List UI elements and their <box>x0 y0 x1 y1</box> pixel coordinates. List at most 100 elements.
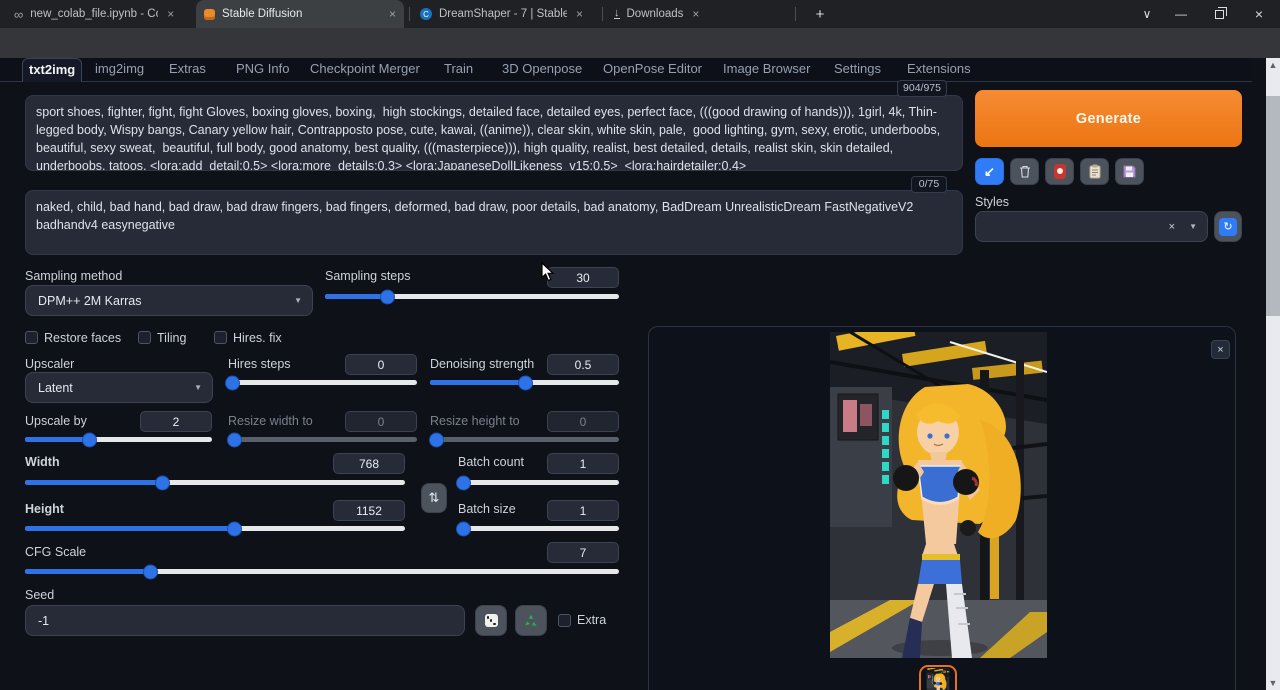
tab-close-icon[interactable]: × <box>692 7 699 21</box>
sampling-steps-slider[interactable] <box>325 294 619 299</box>
chevron-down-icon: ▼ <box>194 383 202 392</box>
browser-tab-downloads[interactable]: ↓ Downloads × <box>606 0 792 28</box>
generate-button[interactable]: Generate <box>975 90 1242 147</box>
apply-style-button[interactable] <box>1080 158 1109 185</box>
denoising-label: Denoising strength <box>430 357 534 371</box>
trash-icon <box>1019 165 1031 178</box>
styles-label: Styles <box>975 195 1009 209</box>
prompt-input[interactable]: sport shoes, fighter, fight, fight Glove… <box>25 95 963 171</box>
sampling-method-label: Sampling method <box>25 269 122 283</box>
browser-tab-stable-diffusion[interactable]: Stable Diffusion × <box>196 0 404 28</box>
tab-close-icon[interactable]: × <box>389 7 396 21</box>
sampling-steps-input[interactable] <box>547 267 619 288</box>
slider-thumb[interactable] <box>228 522 241 535</box>
tab-settings[interactable]: Settings <box>834 61 881 76</box>
batch-size-slider[interactable] <box>458 526 619 531</box>
denoising-slider[interactable] <box>430 380 619 385</box>
upscaler-label: Upscaler <box>25 357 74 371</box>
browser-tab-colab[interactable]: ∞ new_colab_file.ipynb - Colaborat × <box>6 0 192 28</box>
batch-size-input[interactable] <box>547 500 619 521</box>
generated-image[interactable] <box>830 332 1047 658</box>
upscaler-value: Latent <box>38 381 73 395</box>
recycle-icon <box>524 614 538 627</box>
batch-count-input[interactable] <box>547 453 619 474</box>
hires-steps-slider[interactable] <box>228 380 417 385</box>
slider-thumb[interactable] <box>156 476 169 489</box>
reuse-seed-button[interactable] <box>515 605 547 636</box>
slider-thumb <box>228 433 241 446</box>
cfg-scale-input[interactable] <box>547 542 619 563</box>
window-restore-button[interactable] <box>1202 0 1236 28</box>
styles-refresh-button[interactable]: ↻ <box>1214 211 1242 242</box>
cfg-scale-slider[interactable] <box>25 569 619 574</box>
denoising-input[interactable] <box>547 354 619 375</box>
save-style-button[interactable] <box>1115 158 1144 185</box>
slider-thumb[interactable] <box>381 290 394 303</box>
extra-seed-checkbox[interactable] <box>558 614 571 627</box>
resize-height-label: Resize height to <box>430 414 520 428</box>
tiling-checkbox[interactable] <box>138 331 151 344</box>
scroll-up-arrow[interactable]: ▲ <box>1266 58 1280 72</box>
gallery-thumbnail-selected[interactable] <box>919 665 957 690</box>
batch-size-label: Batch size <box>458 502 516 516</box>
slider-thumb[interactable] <box>457 522 470 535</box>
resize-width-slider <box>228 437 417 442</box>
tab-3d-openpose[interactable]: 3D Openpose <box>502 61 582 76</box>
height-input[interactable] <box>333 500 405 521</box>
tab-txt2img[interactable]: txt2img <box>22 58 82 82</box>
hires-fix-checkbox[interactable] <box>214 331 227 344</box>
styles-dropdown[interactable]: × ▼ <box>975 211 1208 242</box>
new-tab-button[interactable]: + <box>806 0 834 28</box>
height-slider[interactable] <box>25 526 405 531</box>
swap-dimensions-button[interactable]: ⇅ <box>421 483 447 513</box>
colab-icon: ∞ <box>14 7 23 22</box>
tab-openpose-editor[interactable]: OpenPose Editor <box>603 61 702 76</box>
seed-input[interactable] <box>25 605 465 636</box>
page-scrollbar[interactable]: ▲ ▼ <box>1266 58 1280 690</box>
sampling-method-select[interactable]: DPM++ 2M Karras ▼ <box>25 285 313 316</box>
batch-count-slider[interactable] <box>458 480 619 485</box>
hires-steps-input[interactable] <box>345 354 417 375</box>
width-slider[interactable] <box>25 480 405 485</box>
clear-prompt-button[interactable] <box>1010 158 1039 185</box>
tab-png-info[interactable]: PNG Info <box>236 61 289 76</box>
slider-thumb[interactable] <box>144 565 157 578</box>
tab-train[interactable]: Train <box>444 61 473 76</box>
slider-thumb <box>430 433 443 446</box>
tab-image-browser[interactable]: Image Browser <box>723 61 810 76</box>
close-preview-button[interactable]: × <box>1211 340 1230 359</box>
resize-width-input <box>345 411 417 432</box>
floppy-icon <box>1123 165 1136 178</box>
extra-networks-button[interactable] <box>1045 158 1074 185</box>
window-close-button[interactable]: × <box>1242 0 1276 28</box>
styles-clear-icon[interactable]: × <box>1169 221 1175 233</box>
tab-close-icon[interactable]: × <box>576 7 583 21</box>
slider-thumb[interactable] <box>457 476 470 489</box>
tab-img2img[interactable]: img2img <box>95 61 144 76</box>
random-seed-button[interactable] <box>475 605 507 636</box>
slider-thumb[interactable] <box>519 376 532 389</box>
tab-search-chevron-icon[interactable]: ∨ <box>1130 0 1164 28</box>
slider-thumb[interactable] <box>226 376 239 389</box>
width-input[interactable] <box>333 453 405 474</box>
upscale-by-input[interactable] <box>140 411 212 432</box>
tab-extensions[interactable]: Extensions <box>907 61 971 76</box>
upscaler-select[interactable]: Latent ▼ <box>25 372 213 403</box>
browser-tab-dreamshaper[interactable]: C DreamShaper - 7 | Stable Diffusio × <box>412 0 598 28</box>
browser-tab-strip: ∞ new_colab_file.ipynb - Colaborat × Sta… <box>0 0 1280 28</box>
window-minimize-button[interactable]: — <box>1164 0 1198 28</box>
tab-title: new_colab_file.ipynb - Colaborat <box>30 8 158 20</box>
tab-checkpoint-merger[interactable]: Checkpoint Merger <box>310 61 420 76</box>
upscale-by-slider[interactable] <box>25 437 212 442</box>
restore-faces-checkbox[interactable] <box>25 331 38 344</box>
scrollbar-thumb[interactable] <box>1266 96 1280 316</box>
paste-generation-params-button[interactable]: ↙ <box>975 158 1004 185</box>
thumbnail-image <box>923 668 953 690</box>
tab-divider <box>602 7 603 21</box>
scroll-down-arrow[interactable]: ▼ <box>1266 676 1280 690</box>
stable-diffusion-webui: txt2img img2img Extras PNG Info Checkpoi… <box>0 58 1266 690</box>
negative-prompt-input[interactable]: naked, child, bad hand, bad draw, bad dr… <box>25 190 963 255</box>
tab-close-icon[interactable]: × <box>167 7 174 21</box>
tab-extras[interactable]: Extras <box>169 61 206 76</box>
slider-thumb[interactable] <box>83 433 96 446</box>
